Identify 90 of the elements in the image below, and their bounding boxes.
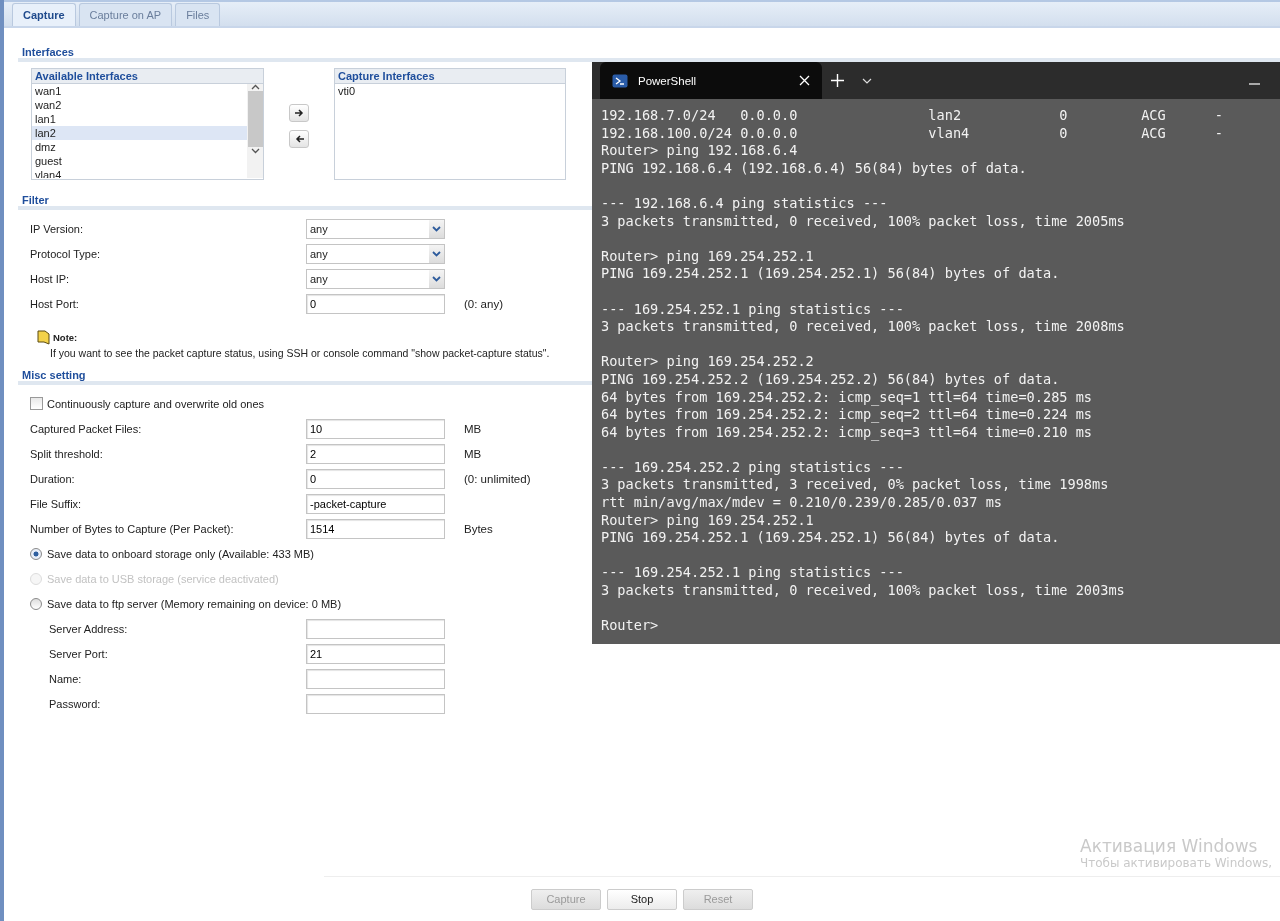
list-item[interactable]: wan1 (32, 84, 247, 98)
input-field[interactable] (306, 668, 445, 689)
input-field[interactable] (306, 618, 445, 639)
terminal-line: --- 192.168.6.4 ping statistics --- (601, 194, 889, 213)
terminal-line: --- 169.254.252.2 ping statistics --- (601, 458, 905, 477)
terminal-line: 3 packets transmitted, 3 received, 0% packet loss, time 1998ms (601, 476, 1110, 495)
list-item[interactable]: guest (32, 154, 247, 168)
field-label: IP Version: (30, 222, 84, 235)
terminal-line: 3 packets transmitted, 0 received, 100% packet loss, time 2005ms (601, 212, 1126, 231)
terminal-line: PING 169.254.252.1 (169.254.252.1) 56(84) bytes of data. (601, 529, 1061, 547)
minimize-icon[interactable] (1248, 83, 1260, 85)
terminal-line: Router> ping 169.254.252.1 (601, 511, 815, 530)
field-label: File Suffix: (30, 497, 83, 510)
input-field[interactable]: 1514 (306, 518, 445, 539)
field-label: Password: (49, 697, 102, 710)
terminal-line: rtt min/avg/max/mdev = 0.210/0.239/0.285/0.037 ms (601, 494, 1004, 512)
scrollbar[interactable] (247, 84, 263, 178)
terminal-line: Router> ping 169.254.252.2 (601, 353, 815, 371)
close-icon[interactable] (799, 75, 810, 86)
tab[interactable]: Capture (12, 3, 76, 26)
unit-label: MB (464, 422, 482, 435)
input-field[interactable]: 0 (306, 468, 445, 489)
list-item[interactable]: dmz (32, 140, 247, 154)
caret-down-icon (432, 275, 441, 282)
radio-button[interactable] (30, 547, 42, 560)
field-label: Server Port: (49, 647, 109, 660)
chevron-down-icon[interactable] (862, 77, 872, 84)
dropdown[interactable]: any (306, 243, 445, 264)
scroll-down-icon[interactable] (250, 148, 260, 154)
caret-down-icon (432, 250, 441, 257)
terminal-line: Router> ping 169.254.252.1 (601, 247, 815, 266)
field-label: Split threshold: (30, 447, 104, 460)
checkbox[interactable] (30, 397, 43, 410)
list-header: Capture Interfaces (335, 69, 565, 84)
radio-label: Save data to USB storage (service deactivated) (47, 572, 279, 585)
terminal-line: --- 169.254.252.1 ping statistics --- (601, 564, 905, 583)
terminal-line: 3 packets transmitted, 0 received, 100% packet loss, time 2003ms (601, 582, 1126, 600)
list-header: Available Interfaces (32, 69, 263, 84)
unit-label: (0: any) (464, 297, 503, 310)
dropdown[interactable]: any (306, 218, 445, 239)
terminal-tab[interactable]: PowerShell (600, 62, 822, 99)
field-label: Name: (49, 672, 83, 685)
list-item[interactable]: lan2 (32, 126, 247, 140)
plus-icon[interactable] (830, 74, 844, 87)
terminal-line: Router> ping 192.168.6.4 (601, 142, 799, 160)
terminal-line: 64 bytes from 169.254.252.2: icmp_seq=2 ttl=64 time=0.224 ms (601, 406, 1094, 424)
terminal-line: 64 bytes from 169.254.252.2: icmp_seq=3 ttl=64 time=0.210 ms (601, 423, 1094, 442)
terminal-line: PING 192.168.6.4 (192.168.6.4) 56(84) bytes of data. (601, 159, 1028, 178)
field-label: Number of Bytes to Capture (Per Packet): (30, 522, 235, 535)
unit-label: (0: unlimited) (464, 472, 531, 485)
terminal-line: 64 bytes from 169.254.252.2: icmp_seq=1 ttl=64 time=0.285 ms (601, 388, 1094, 407)
list-item[interactable]: lan1 (32, 112, 247, 126)
terminal-line: 192.168.100.0/24 0.0.0.0 vlan4 0 ACG - (601, 124, 1224, 143)
terminal-icon (612, 73, 628, 88)
scroll-up-icon[interactable] (250, 84, 260, 90)
arrow-right-icon (294, 109, 304, 117)
arrow-left-icon (294, 135, 304, 143)
field-label: Server Address: (49, 622, 129, 635)
note-icon (36, 330, 50, 345)
move-left-button[interactable] (289, 130, 309, 148)
field-label: Duration: (30, 472, 76, 485)
terminal-line: PING 169.254.252.1 (169.254.252.1) 56(84) bytes of data. (601, 265, 1061, 283)
radio-label: Save data to onboard storage only (Available: 433 MB) (47, 547, 315, 560)
note-text: If you want to see the packet capture status, using SSH or console command "show packet-capture status". (49, 347, 551, 359)
input-field[interactable]: 21 (306, 643, 445, 664)
input-field[interactable]: -packet-capture (306, 493, 445, 514)
radio-label: Save data to ftp server (Memory remaining on device: 0 MB) (47, 597, 342, 610)
terminal-line: 192.168.7.0/24 0.0.0.0 lan2 0 ACG - (601, 107, 1224, 125)
note-title: Note: (53, 332, 78, 343)
unit-label: Bytes (464, 522, 493, 535)
action-button[interactable]: Stop (607, 888, 677, 910)
terminal-line: Router> (601, 617, 660, 635)
input-field[interactable] (306, 693, 445, 714)
input-field[interactable]: 10 (306, 418, 445, 439)
field-label: Host IP: (30, 272, 71, 285)
terminal-line: --- 169.254.252.1 ping statistics --- (601, 300, 905, 319)
move-right-button[interactable] (289, 104, 309, 122)
radio-button[interactable] (30, 597, 42, 610)
field-label: Protocol Type: (30, 247, 102, 260)
list-item[interactable]: vti0 (335, 84, 565, 98)
dropdown[interactable]: any (306, 268, 445, 289)
checkbox-label: Continuously capture and overwrite old ones (47, 397, 265, 410)
input-field[interactable]: 0 (306, 293, 445, 314)
input-field[interactable]: 2 (306, 443, 445, 464)
terminal-line: 3 packets transmitted, 0 received, 100% packet loss, time 2008ms (601, 318, 1126, 336)
list-item[interactable]: wan2 (32, 98, 247, 112)
field-label: Host Port: (30, 297, 80, 310)
unit-label: MB (464, 447, 482, 460)
field-label: Captured Packet Files: (30, 422, 143, 435)
caret-down-icon (432, 225, 441, 232)
